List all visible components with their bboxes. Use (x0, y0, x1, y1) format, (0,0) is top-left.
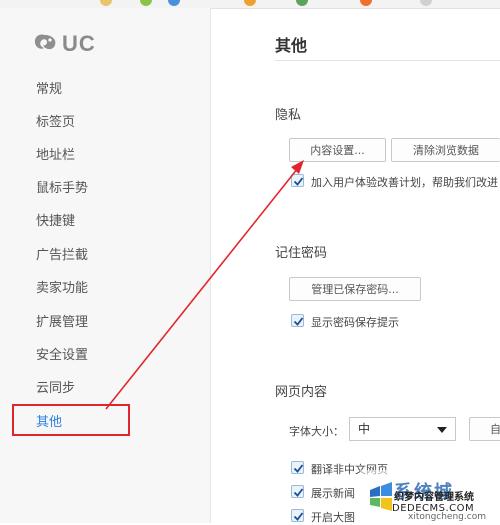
watermark-cms-text: 织梦内容管理系统 (394, 492, 474, 503)
annotation-arrow (105, 160, 304, 410)
watermark-url: xitongcheng.com (408, 512, 486, 522)
